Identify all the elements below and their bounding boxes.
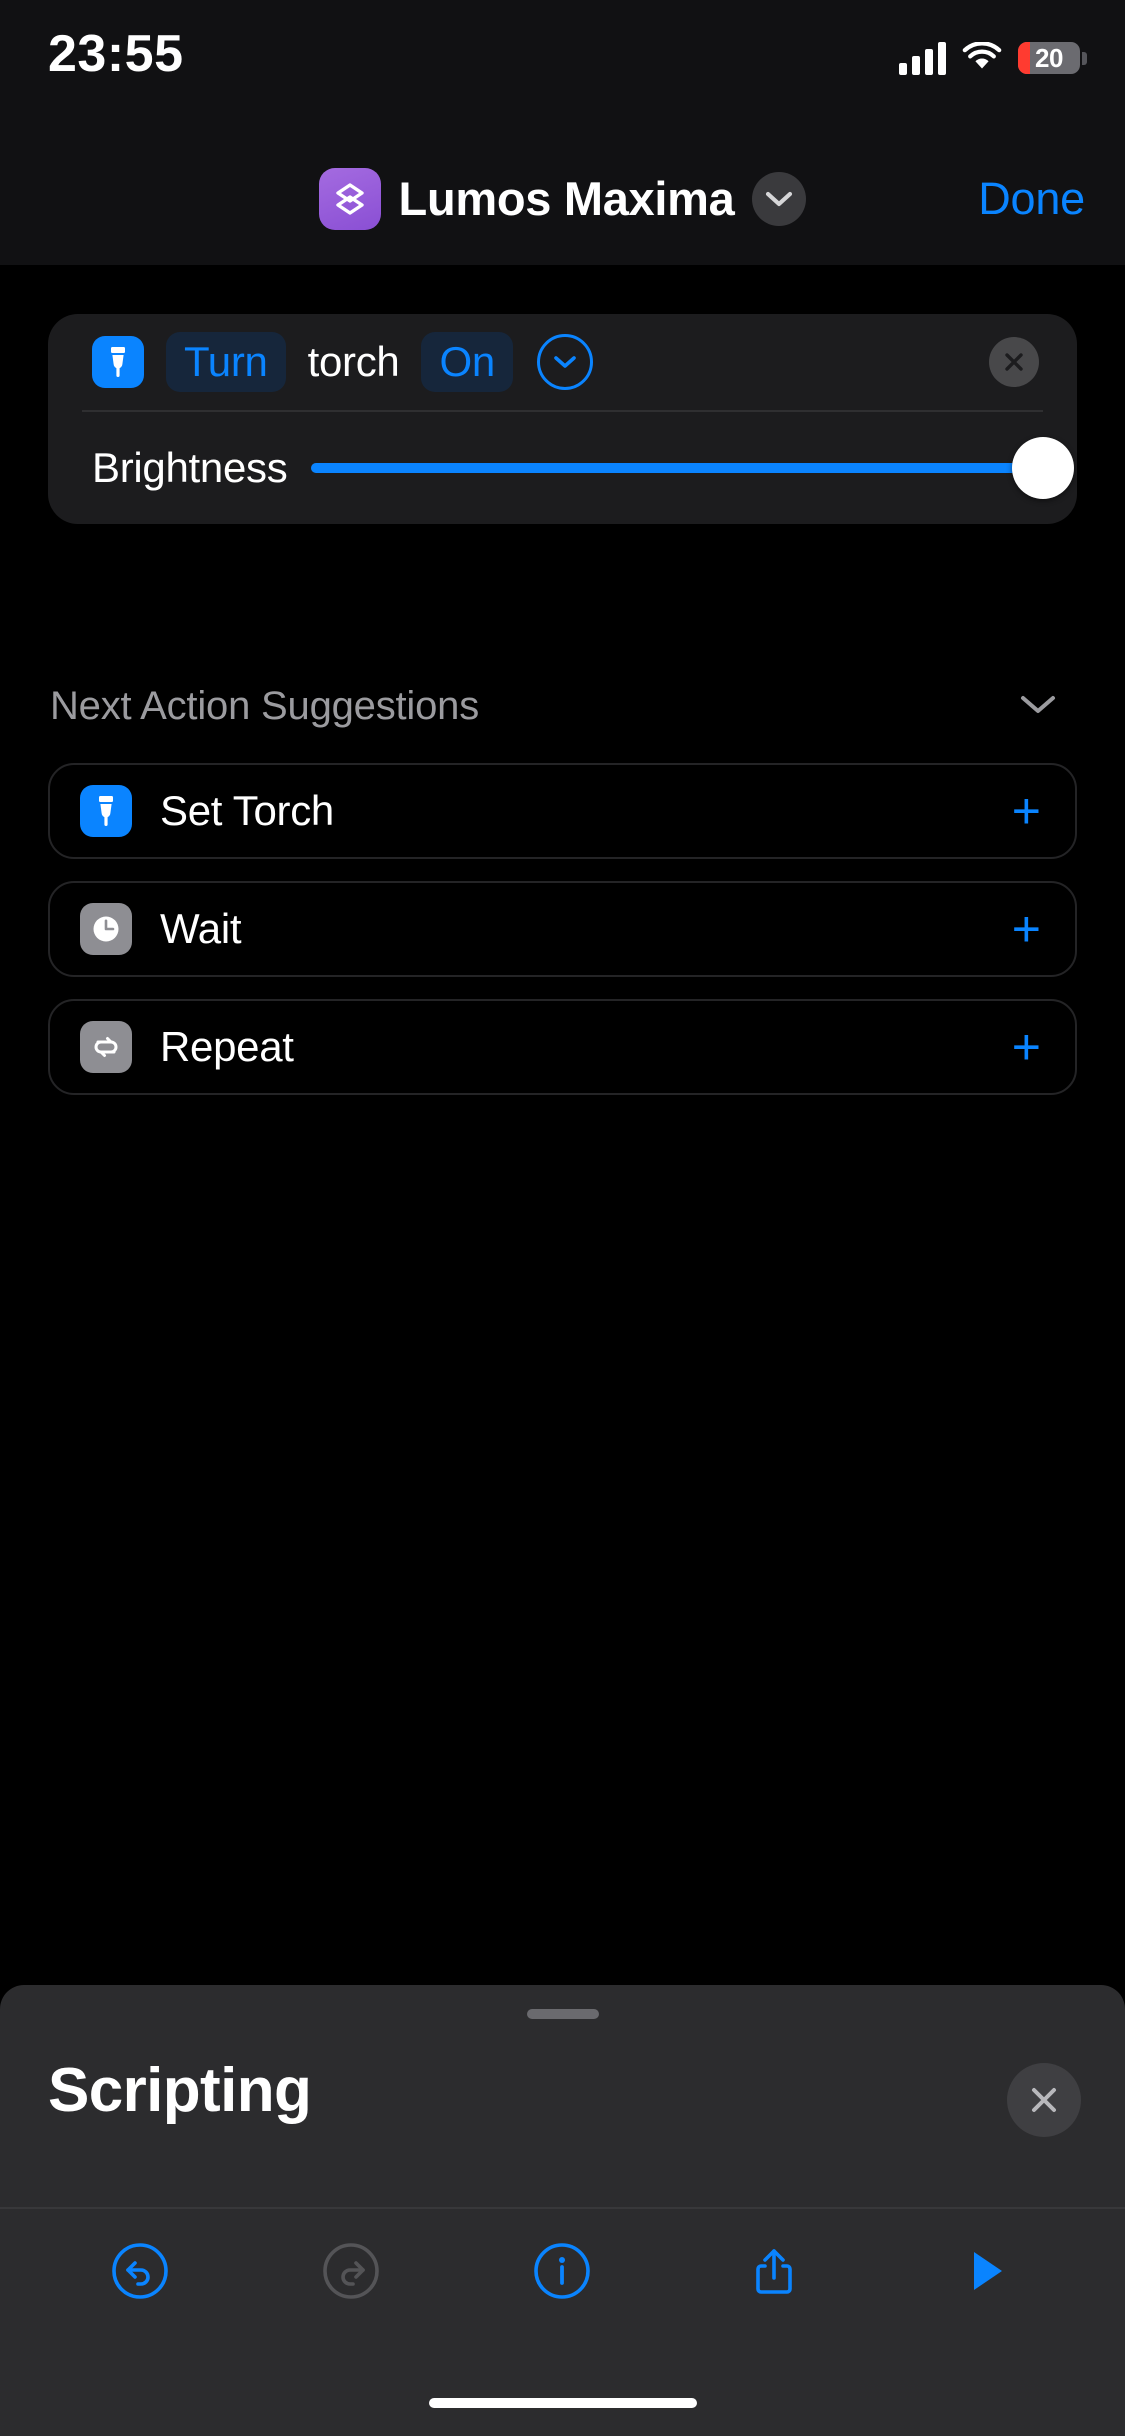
brightness-label: Brightness	[92, 444, 288, 491]
action-state-pill[interactable]: On	[421, 332, 513, 392]
list-item[interactable]: Set Torch +	[48, 763, 1077, 859]
shortcut-title-group[interactable]: Lumos Maxima	[0, 132, 1125, 265]
status-indicators: 20	[899, 36, 1087, 80]
action-verb-pill[interactable]: Turn	[166, 332, 286, 392]
status-bar: 23:55 20	[0, 0, 1125, 132]
next-action-suggestions-header[interactable]: Next Action Suggestions	[50, 675, 1079, 737]
action-object-label: torch	[307, 338, 400, 385]
drag-handle[interactable]	[526, 2009, 599, 2019]
slider-thumb[interactable]	[1012, 437, 1074, 499]
list-item-label: Set Torch	[160, 787, 334, 834]
action-card-set-torch: Turn torch On Brightness	[48, 314, 1077, 524]
flashlight-icon	[92, 336, 144, 388]
flashlight-icon	[80, 785, 132, 837]
battery-level: 20	[1035, 42, 1063, 73]
wifi-icon	[962, 42, 1002, 69]
plus-icon[interactable]: +	[1012, 786, 1041, 836]
editor-toolbar	[0, 2207, 1125, 2333]
redo-button[interactable]	[296, 2216, 406, 2326]
scripting-bottom-sheet: Scripting	[0, 1985, 1125, 2436]
run-button[interactable]	[930, 2216, 1040, 2326]
repeat-icon	[80, 1021, 132, 1073]
list-item-label: Repeat	[160, 1023, 294, 1070]
done-button[interactable]: Done	[978, 173, 1085, 225]
page-title: Lumos Maxima	[398, 172, 735, 225]
undo-button[interactable]	[85, 2216, 195, 2326]
info-button[interactable]	[507, 2216, 617, 2326]
status-time: 23:55	[48, 25, 184, 83]
navigation-bar: Lumos Maxima Done	[0, 132, 1125, 265]
suggestion-list: Set Torch + Wait + Repeat +	[48, 763, 1077, 1117]
cellular-signal-icon	[899, 41, 946, 75]
home-indicator	[428, 2398, 697, 2408]
remove-action-button[interactable]	[989, 337, 1039, 387]
suggestions-title: Next Action Suggestions	[50, 683, 479, 728]
close-sheet-button[interactable]	[1007, 2063, 1081, 2137]
shortcut-glyph-icon	[318, 167, 381, 230]
battery-icon: 20	[1018, 42, 1087, 74]
action-row[interactable]: Turn torch On	[48, 314, 1077, 410]
plus-icon[interactable]: +	[1012, 904, 1041, 954]
list-item[interactable]: Repeat +	[48, 999, 1077, 1095]
list-item[interactable]: Wait +	[48, 881, 1077, 977]
chevron-down-circle-icon[interactable]	[536, 334, 593, 390]
plus-icon[interactable]: +	[1012, 1022, 1041, 1072]
shortcuts-editor-screen: 23:55 20 Lumos Maxima Done Turn torch On…	[0, 0, 1125, 2436]
slider-fill	[311, 463, 1043, 473]
list-item-label: Wait	[160, 905, 242, 952]
share-button[interactable]	[719, 2216, 829, 2326]
chevron-down-icon[interactable]	[752, 171, 807, 226]
sheet-title: Scripting	[48, 2056, 312, 2125]
chevron-down-icon[interactable]	[1019, 692, 1057, 721]
brightness-slider[interactable]	[311, 437, 1074, 499]
brightness-row: Brightness	[48, 412, 1077, 524]
clock-icon	[80, 903, 132, 955]
